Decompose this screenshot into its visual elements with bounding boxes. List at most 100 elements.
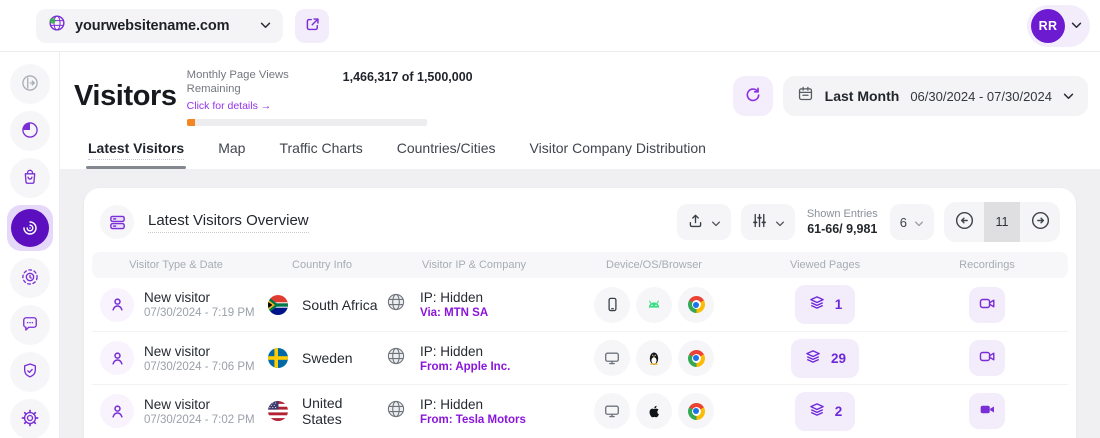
prev-page-button[interactable] — [944, 202, 984, 242]
desktop-icon — [594, 393, 630, 429]
website-selector[interactable]: yourwebsitename.com — [36, 9, 283, 43]
next-page-button[interactable] — [1020, 202, 1060, 242]
quota-progress-bar — [187, 119, 427, 126]
tab-map[interactable]: Map — [218, 140, 245, 169]
visit-date: 07/30/2024 - 7:19 PM — [144, 307, 255, 319]
column-header: Viewed Pages — [744, 259, 906, 271]
sidebar-item-ecommerce[interactable] — [10, 158, 50, 198]
desktop-icon — [594, 340, 630, 376]
sidebar-item-session-recordings[interactable] — [10, 258, 50, 298]
quota-label: Monthly Page Views Remaining — [187, 68, 337, 96]
quota-widget: Monthly Page Views Remaining Click for d… — [187, 68, 473, 126]
card-title: Latest Visitors Overview — [148, 212, 309, 233]
globe-icon — [386, 399, 406, 424]
topbar: yourwebsitename.com RR — [0, 0, 1100, 52]
site-name: yourwebsitename.com — [75, 18, 229, 34]
flag-south-africa-icon — [268, 295, 288, 315]
export-button[interactable] — [677, 204, 731, 240]
app-window: yourwebsitename.com RR — [0, 0, 1100, 438]
sidebar — [0, 52, 60, 438]
shown-entries: Shown Entries 61-66/ 9,981 — [807, 208, 878, 236]
shield-check-icon — [20, 361, 40, 384]
viewed-pages-badge[interactable]: 2 — [795, 392, 856, 431]
visitor-ip: IP: Hidden — [420, 344, 510, 359]
expand-sidebar-icon — [20, 73, 40, 96]
chevron-down-icon — [260, 22, 271, 29]
viewed-pages-count: 2 — [835, 404, 843, 419]
quota-value: 1,466,317 of 1,500,000 — [343, 70, 473, 84]
visit-date: 07/30/2024 - 7:06 PM — [144, 361, 255, 373]
visitor-person-icon — [100, 394, 134, 428]
date-range-value: 06/30/2024 - 07/30/2024 — [910, 89, 1052, 104]
country-name: Sweden — [302, 350, 353, 366]
tab-bar: Latest Visitors Map Traffic Charts Count… — [74, 126, 1088, 169]
tab-traffic-charts[interactable]: Traffic Charts — [279, 140, 362, 169]
visitor-person-icon — [100, 288, 134, 322]
open-website-button[interactable] — [295, 9, 329, 43]
current-page: 11 — [984, 202, 1020, 242]
latest-visitors-card: Latest Visitors Overview Shown Entr — [84, 188, 1076, 438]
sidebar-item-dashboard[interactable] — [10, 111, 50, 151]
visitor-ip: IP: Hidden — [420, 290, 488, 305]
recording-button[interactable] — [969, 340, 1005, 376]
page-size-select[interactable]: 6 — [890, 204, 934, 240]
tab-countries-cities[interactable]: Countries/Cities — [397, 140, 496, 169]
refresh-button[interactable] — [733, 76, 773, 116]
export-upload-icon — [687, 212, 704, 232]
visitor-type: New visitor — [144, 290, 255, 305]
country-name: United States — [302, 395, 384, 427]
filter-sliders-icon — [751, 212, 768, 232]
viewed-pages-badge[interactable]: 1 — [795, 285, 856, 324]
content-area: Latest Visitors Overview Shown Entr — [60, 169, 1100, 438]
date-range-picker[interactable]: Last Month 06/30/2024 - 07/30/2024 — [783, 76, 1088, 116]
chevron-down-icon — [711, 215, 721, 230]
sidebar-item-visitors[interactable] — [7, 205, 53, 251]
chrome-icon — [678, 287, 714, 323]
gear-icon — [20, 408, 40, 431]
viewed-pages-badge[interactable]: 29 — [791, 339, 859, 378]
globe-favicon-icon — [48, 14, 66, 37]
chrome-icon — [678, 393, 714, 429]
user-menu[interactable]: RR — [1027, 5, 1090, 47]
android-icon — [636, 287, 672, 323]
avatar: RR — [1031, 9, 1065, 43]
tab-latest-visitors[interactable]: Latest Visitors — [88, 140, 184, 169]
video-camera-icon — [978, 347, 997, 369]
flag-sweden-icon — [268, 348, 288, 368]
shown-entries-label: Shown Entries — [807, 208, 878, 220]
chevron-down-icon — [1063, 93, 1074, 100]
smartphone-icon — [594, 287, 630, 323]
chat-bubble-icon — [20, 314, 40, 337]
chrome-icon — [678, 340, 714, 376]
layers-icon — [808, 294, 826, 315]
quota-progress-fill — [187, 119, 195, 126]
table-rows-icon — [100, 205, 134, 239]
table-header: Visitor Type & Date Country Info Visitor… — [92, 252, 1068, 278]
pie-chart-icon — [20, 120, 40, 143]
sidebar-item-privacy[interactable] — [10, 352, 50, 392]
column-header: Visitor IP & Company — [384, 259, 564, 271]
external-link-icon — [304, 16, 321, 36]
recording-button[interactable] — [969, 393, 1005, 429]
sidebar-item-feedback[interactable] — [10, 305, 50, 345]
visitors-radar-icon — [11, 209, 49, 247]
recording-button[interactable] — [969, 287, 1005, 323]
apple-icon — [636, 393, 672, 429]
column-filter-button[interactable] — [741, 204, 795, 240]
shopping-bag-icon — [20, 167, 40, 190]
pagination: 11 — [944, 202, 1060, 242]
table-row: New visitor07/30/2024 - 7:02 PM United S… — [92, 384, 1068, 437]
sidebar-item-expand[interactable] — [10, 64, 50, 104]
flag-united-states-icon — [268, 401, 288, 421]
date-preset-label: Last Month — [825, 88, 900, 104]
country-name: South Africa — [302, 297, 378, 313]
sidebar-item-settings[interactable] — [10, 399, 50, 438]
quota-details-link[interactable]: Click for details → — [187, 100, 272, 112]
page-header: Visitors Monthly Page Views Remaining Cl… — [60, 52, 1100, 169]
visitor-company: From: Apple Inc. — [420, 361, 510, 373]
visitor-person-icon — [100, 341, 134, 375]
main-content: Visitors Monthly Page Views Remaining Cl… — [60, 52, 1100, 438]
globe-icon — [386, 292, 406, 317]
tab-visitor-company-distribution[interactable]: Visitor Company Distribution — [530, 140, 706, 169]
chevron-down-icon — [775, 215, 785, 230]
